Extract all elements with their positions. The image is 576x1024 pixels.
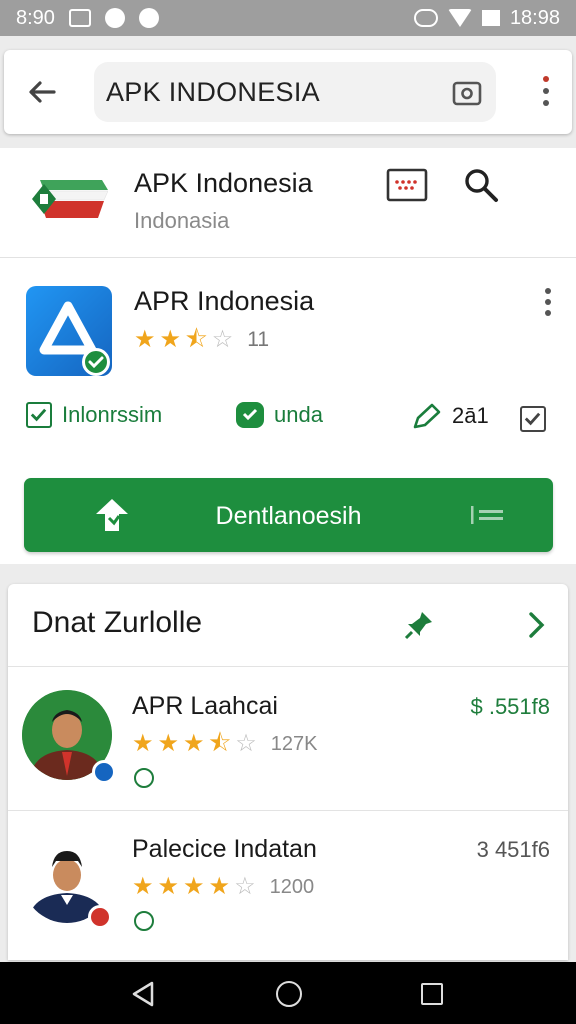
message-notification-icon xyxy=(104,8,125,28)
checkbox[interactable] xyxy=(520,406,546,432)
check-square-icon xyxy=(26,402,52,428)
star-full-icon: ★ xyxy=(208,873,231,900)
list-title: Dnat Zurlolle xyxy=(32,606,203,639)
status-time-right: 18:98 xyxy=(509,6,560,29)
meta-label: Inlonrssim xyxy=(62,402,163,427)
status-bar: 8:90 18:98 xyxy=(0,0,576,36)
nav-home-icon[interactable] xyxy=(276,981,302,1007)
star-half-icon: ⯪ xyxy=(208,730,232,757)
app-header: APK Indonesia Indonasia xyxy=(0,148,576,258)
item-price: 3 451f6 xyxy=(476,837,550,862)
related-apps-card: Dnat Zurlolle APR Laahcai ★ ★ ★ ⯪ ☆ 127K xyxy=(8,584,568,960)
item-price: $ .551f8 xyxy=(470,694,550,719)
star-full-icon: ★ xyxy=(132,873,154,900)
status-time-left: 8:90 xyxy=(16,6,55,29)
more-vert-icon[interactable] xyxy=(536,72,556,112)
star-full-icon: ★ xyxy=(183,873,205,900)
app-meta-row: Inlonrssim unda 2ā1 xyxy=(0,402,576,442)
star-full-icon: ★ xyxy=(134,326,156,353)
shield-icon xyxy=(134,768,154,788)
keyboard-icon[interactable] xyxy=(386,168,428,202)
item-title: Palecice Indatan xyxy=(132,835,317,863)
arrow-left-icon[interactable] xyxy=(24,74,60,110)
item-rating: ★ ★ ★ ⯪ ☆ 127K xyxy=(132,732,318,756)
pin-icon[interactable] xyxy=(404,610,434,640)
meta-label: unda xyxy=(274,402,323,427)
shield-icon xyxy=(134,911,154,931)
verified-check-icon xyxy=(82,348,110,376)
header-subtitle: Indonasia xyxy=(134,208,230,233)
item-rating-count: 1200 xyxy=(269,875,315,898)
app-card: APR Indonesia ★ ★ ⯪ ☆ 11 Inlonrssim unda xyxy=(0,258,576,564)
star-full-icon: ★ xyxy=(183,730,205,757)
status-badge-icon xyxy=(88,905,112,929)
list-item[interactable]: Palecice Indatan ★ ★ ★ ★ ☆ 1200 3 451f6 xyxy=(8,810,568,954)
nav-back-icon[interactable] xyxy=(130,980,156,1008)
meta-item-rating[interactable]: 2ā1 xyxy=(412,402,489,430)
star-full-icon: ★ xyxy=(157,873,180,900)
item-title: APR Laahcai xyxy=(132,692,278,720)
meta-item-install[interactable]: Inlonrssim xyxy=(26,402,162,428)
star-empty-icon: ☆ xyxy=(234,873,256,900)
indonesia-flag-logo xyxy=(32,180,108,218)
search-query: APK INDONESIA xyxy=(106,77,320,107)
star-empty-icon: ☆ xyxy=(235,730,257,757)
star-full-icon: ★ xyxy=(159,326,182,353)
navigation-bar xyxy=(0,962,576,1024)
star-full-icon: ★ xyxy=(157,730,180,757)
chevron-right-icon[interactable] xyxy=(526,610,548,640)
rating-count: 11 xyxy=(247,328,270,351)
wifi-icon xyxy=(447,9,472,27)
meta-item-chat[interactable]: unda xyxy=(236,402,323,428)
install-button[interactable]: Dentlanoesih xyxy=(24,478,553,552)
item-rating: ★ ★ ★ ★ ☆ 1200 xyxy=(132,875,314,899)
search-input[interactable]: APK INDONESIA xyxy=(94,62,496,122)
app-title: APR Indonesia xyxy=(134,286,315,316)
camera-icon[interactable] xyxy=(452,78,482,106)
list-item[interactable]: APR Laahcai ★ ★ ★ ⯪ ☆ 127K $ .551f8 xyxy=(8,668,568,812)
item-rating-count: 127K xyxy=(270,732,318,755)
search-icon[interactable] xyxy=(462,166,500,204)
nav-recents-icon[interactable] xyxy=(421,983,443,1005)
chat-icon xyxy=(236,402,264,428)
pen-icon xyxy=(413,403,441,429)
app-rating: ★ ★ ⯪ ☆ 11 xyxy=(134,328,269,352)
search-bar: APK INDONESIA xyxy=(0,50,576,136)
more-vert-icon[interactable] xyxy=(538,286,558,320)
battery-icon xyxy=(481,10,500,26)
divider xyxy=(8,666,568,667)
chat-notification-icon xyxy=(138,8,159,28)
section-divider xyxy=(0,564,576,584)
meta-label: 2ā1 xyxy=(452,403,489,428)
verified-icon xyxy=(92,760,116,784)
header-title: APK Indonesia xyxy=(134,168,313,198)
search-card: APK INDONESIA xyxy=(4,50,572,134)
image-notification-icon xyxy=(68,9,91,27)
star-full-icon: ★ xyxy=(132,730,154,757)
star-half-icon: ⯪ xyxy=(185,326,208,353)
mute-icon xyxy=(413,9,438,27)
options-icon xyxy=(471,506,503,524)
star-empty-icon: ☆ xyxy=(211,326,234,353)
